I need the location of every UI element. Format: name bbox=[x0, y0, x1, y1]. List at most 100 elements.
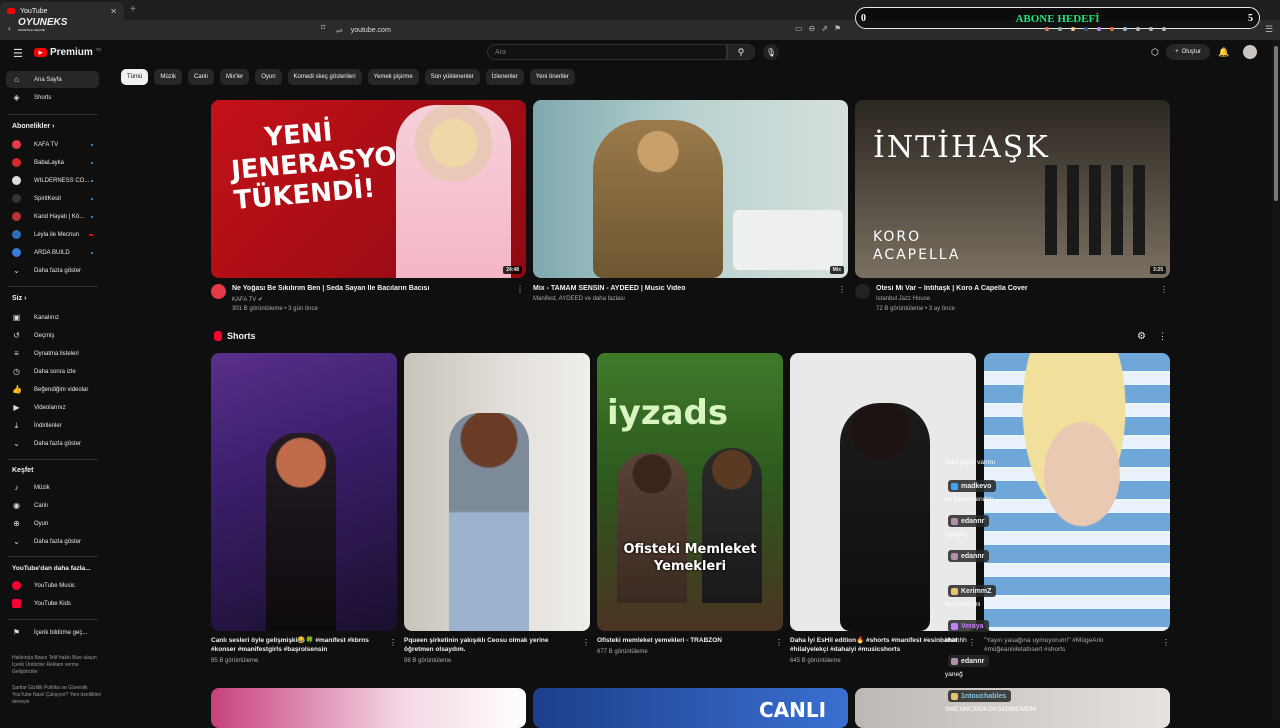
back-icon[interactable]: ‹ bbox=[8, 23, 11, 33]
more-options-icon[interactable]: ⋮ bbox=[1160, 285, 1168, 294]
chip-watched[interactable]: İzlenenler bbox=[485, 69, 524, 85]
url-field[interactable]: ⇌ youtube.com bbox=[336, 23, 846, 37]
sidebar-item-history[interactable]: ↺ Geçmiş bbox=[6, 327, 99, 344]
toolbar-icons[interactable]: ▭⊖⇗⚑ bbox=[795, 24, 847, 33]
voice-search-button[interactable]: 🎙 bbox=[763, 44, 779, 60]
account-avatar[interactable] bbox=[1243, 45, 1257, 59]
sidebar-item-watch-later[interactable]: ◷ Daha sonra izle bbox=[6, 363, 99, 380]
channel-name[interactable]: Istanbul Jazz House bbox=[876, 296, 930, 302]
show-more-subs[interactable]: ⌄ Daha fazla göster bbox=[6, 262, 99, 279]
short-thumbnail[interactable] bbox=[211, 353, 397, 631]
footer-links[interactable]: Hakkında Basın Telif hakkı Bize ulaşın İ… bbox=[12, 655, 104, 676]
short-title[interactable]: Pqueen şirketinin yakışıklı Ceosu olmak … bbox=[404, 636, 574, 654]
sidebar-item-report[interactable]: ⚑ İçerik bildirme geç... bbox=[6, 624, 99, 641]
short-title[interactable]: Canlı sesleri öyle gelişmişki😂🍀 #manifes… bbox=[211, 636, 381, 654]
chevron-down-icon: ⌄ bbox=[13, 266, 20, 275]
video-card[interactable]: İNTİHAŞK KORO ACAPELLA 3:25 Ötesi Mi Var… bbox=[855, 100, 1170, 312]
search-button[interactable]: ⚲ bbox=[727, 44, 755, 60]
you-heading[interactable]: Siz › bbox=[12, 295, 26, 302]
page-scrollbar[interactable] bbox=[1272, 40, 1280, 720]
more-options-icon[interactable]: ⋮ bbox=[389, 638, 397, 647]
video-title[interactable]: Ne Yoğası Be Sıkılırım Ben | Seda Sayan … bbox=[232, 285, 502, 292]
short-thumbnail[interactable]: iyzads Ofisteki Memleket Yemekleri bbox=[597, 353, 783, 631]
chip-mixes[interactable]: Mix'ler bbox=[220, 69, 250, 85]
chip-live[interactable]: Canlı bbox=[188, 69, 215, 85]
video-card[interactable]: YENİ JENERASYON TÜKENDİ! 24:48 Ne Yoğası… bbox=[211, 100, 526, 312]
sidebar-item-liked[interactable]: 👍 Beğendiğim videolar bbox=[6, 381, 99, 398]
chip-gaming[interactable]: Oyun bbox=[255, 69, 282, 85]
sidebar-item-gaming[interactable]: ⊕ Oyun bbox=[6, 515, 99, 532]
video-thumbnail-partial[interactable] bbox=[211, 688, 526, 728]
short-card[interactable]: Pqueen şirketinin yakışıklı Ceosu olmak … bbox=[404, 353, 590, 664]
chip-music[interactable]: Müzik bbox=[154, 69, 183, 85]
stream-chat-overlay: iiidid yayın varmıı madkevo bu kadın ben… bbox=[940, 456, 1280, 686]
chip-all[interactable]: Tümü bbox=[121, 69, 149, 85]
bookmark-icon[interactable]: ⌑ bbox=[321, 23, 325, 32]
sidebar-item-live[interactable]: ◉ Canlı bbox=[6, 497, 99, 514]
site-info-icon[interactable]: ⇌ bbox=[336, 26, 343, 35]
sidebar-item-playlists[interactable]: ≡ Oynatma listeleri bbox=[6, 345, 99, 362]
sidebar-item-yt-music[interactable]: YouTube Music bbox=[6, 577, 99, 594]
sidebar-item-label: İçerik bildirme geç... bbox=[34, 629, 88, 636]
sidebar-item-music[interactable]: ♪ Müzik bbox=[6, 479, 99, 496]
extension-icons[interactable] bbox=[1045, 27, 1250, 31]
chip-recent[interactable]: Son yüklenenler bbox=[424, 69, 480, 85]
short-title[interactable]: Daha İyi EsHil edition🔥 #shorts #manifes… bbox=[790, 636, 960, 654]
video-thumbnail[interactable]: İNTİHAŞK KORO ACAPELLA 3:25 bbox=[855, 100, 1170, 278]
sidebar-item-yt-kids[interactable]: YouTube Kids bbox=[6, 595, 99, 612]
create-button[interactable]: + Oluştur bbox=[1166, 44, 1210, 60]
channel-avatar[interactable] bbox=[855, 284, 870, 299]
footer-links-2[interactable]: Şartlar Gizlilik Politika ve Güvenlik Yo… bbox=[12, 685, 104, 706]
video-title[interactable]: Ötesi Mi Var – İntihaşk | Koro A Capella… bbox=[876, 285, 1146, 292]
channel-avatar[interactable] bbox=[211, 284, 226, 299]
sidebar-item-shorts[interactable]: ◈ Shorts bbox=[6, 89, 99, 106]
video-meta: 301 B görüntüleme • 3 gün önce bbox=[232, 306, 318, 312]
video-thumbnail[interactable]: Mix bbox=[533, 100, 848, 278]
sidebar-item-sub[interactable]: BabaLayka bbox=[6, 154, 99, 171]
search-input[interactable]: Ara bbox=[487, 44, 727, 60]
sidebar-item-sub[interactable]: ARDA BUILD bbox=[6, 244, 99, 261]
sidebar-item-downloads[interactable]: ⤓ İndirilenler bbox=[6, 417, 99, 434]
sidebar-item-sub[interactable]: WILDERNESS CO... bbox=[6, 172, 99, 189]
video-thumbnail-partial[interactable]: CANLI bbox=[533, 688, 848, 728]
sidebar-item-sub[interactable]: SpiritKesit bbox=[6, 190, 99, 207]
chat-username-text: KerimmZ bbox=[961, 587, 992, 595]
hamburger-menu-icon[interactable]: ☰ bbox=[13, 47, 23, 60]
channel-name[interactable]: Manifest, AYDEED ve daha fazlası bbox=[533, 296, 625, 302]
shorts-settings-icon[interactable]: ⚙ bbox=[1137, 331, 1146, 342]
chip-new[interactable]: Yeni öneriler bbox=[529, 69, 575, 85]
sidebar-item-sub[interactable]: KAFA TV bbox=[6, 136, 99, 153]
more-options-icon[interactable]: ⋮ bbox=[775, 638, 783, 647]
browser-menu-icon[interactable]: ☰ bbox=[1265, 24, 1273, 35]
you-title: Siz bbox=[12, 295, 23, 302]
video-thumbnail[interactable]: YENİ JENERASYON TÜKENDİ! 24:48 bbox=[211, 100, 526, 278]
cast-icon[interactable]: ⬡ bbox=[1151, 47, 1159, 58]
scrollbar-thumb[interactable] bbox=[1274, 46, 1278, 201]
more-options-icon[interactable]: ⋮ bbox=[516, 285, 524, 294]
sidebar-item-sub[interactable]: Kand Hayatı | Kö... bbox=[6, 208, 99, 225]
channel-name[interactable]: KAFA TV ✔ bbox=[232, 296, 263, 303]
chip-comedy[interactable]: Komedi skeç gösterileri bbox=[287, 69, 362, 85]
short-title[interactable]: Ofisteki memleket yemekleri - TRABZON bbox=[597, 636, 767, 645]
more-options-icon[interactable]: ⋮ bbox=[582, 638, 590, 647]
notifications-bell-icon[interactable]: 🔔 bbox=[1218, 47, 1229, 58]
sidebar-item-your-videos[interactable]: ▶ Videolarınız bbox=[6, 399, 99, 416]
video-card[interactable]: Mix Mix - TAMAM SENSİN - AYDEED | Music … bbox=[533, 100, 848, 302]
chip-cooking[interactable]: Yemek pişirme bbox=[367, 69, 419, 85]
more-options-icon[interactable]: ⋮ bbox=[1158, 331, 1167, 342]
show-more-you[interactable]: ⌄ Daha fazla göster bbox=[6, 435, 99, 452]
show-more-explore[interactable]: ⌄ Daha fazla göster bbox=[6, 533, 99, 550]
video-title[interactable]: Mix - TAMAM SENSİN - AYDEED | Music Vide… bbox=[533, 285, 803, 292]
youtube-premium-logo[interactable]: ▶ Premium TR bbox=[34, 47, 101, 58]
short-card[interactable]: Canlı sesleri öyle gelişmişki😂🍀 #manifes… bbox=[211, 353, 397, 664]
sidebar-item-channel[interactable]: ▣ Kanalınız bbox=[6, 309, 99, 326]
close-tab-icon[interactable]: ✕ bbox=[110, 7, 117, 16]
chat-username-text: edannr bbox=[961, 552, 985, 560]
short-card[interactable]: iyzads Ofisteki Memleket Yemekleri Ofist… bbox=[597, 353, 783, 655]
more-options-icon[interactable]: ⋮ bbox=[838, 285, 846, 294]
sidebar-item-home[interactable]: ⌂ Ana Sayfa bbox=[6, 71, 99, 88]
new-tab-icon[interactable]: + bbox=[130, 4, 136, 15]
subscriptions-heading[interactable]: Abonelikler › bbox=[12, 123, 54, 130]
sidebar-item-sub[interactable]: Leyla ile Mecnun bbox=[6, 226, 99, 243]
short-thumbnail[interactable] bbox=[404, 353, 590, 631]
